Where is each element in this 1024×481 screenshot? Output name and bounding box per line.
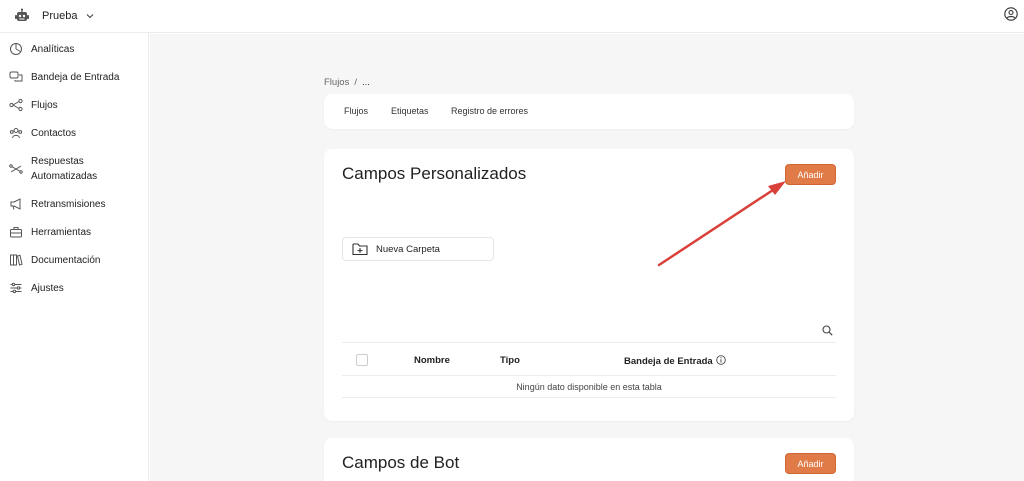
add-bot-field-button[interactable]: Añadir — [785, 453, 836, 474]
user-circle-icon[interactable] — [1004, 7, 1018, 21]
custom-fields-card: Campos Personalizados Añadir Nueva Carpe… — [324, 149, 854, 421]
sidebar-item-label: Analíticas — [31, 44, 75, 55]
tab-registro-errores[interactable]: Registro de errores — [451, 106, 528, 116]
robot-icon — [15, 8, 29, 21]
column-tipo[interactable]: Tipo — [500, 355, 520, 366]
breadcrumb-separator: / — [354, 77, 357, 88]
sidebar-item-retransmisiones[interactable]: Retransmisiones — [9, 197, 105, 212]
megaphone-icon — [10, 198, 21, 210]
table-header: Nombre Tipo Bandeja de Entrada — [342, 342, 836, 376]
toolbox-icon — [10, 227, 22, 238]
folder-plus-icon — [352, 243, 368, 256]
tabs-bar: Flujos Etiquetas Registro de errores — [324, 94, 854, 129]
card-title: Campos Personalizados — [342, 164, 527, 183]
card-title: Campos de Bot — [342, 453, 460, 472]
sidebar-item-herramientas[interactable]: Herramientas — [9, 225, 91, 240]
breadcrumb: Flujos / ... — [324, 77, 370, 88]
sidebar-item-label: Flujos — [31, 100, 58, 111]
sidebar-item-label: Respuestas Automatizadas — [31, 156, 98, 182]
tab-etiquetas[interactable]: Etiquetas — [391, 106, 429, 116]
custom-fields-table: Nombre Tipo Bandeja de Entrada Ningún da… — [342, 342, 836, 398]
sidebar-item-label: Retransmisiones — [31, 199, 106, 210]
search-icon[interactable] — [822, 325, 833, 336]
chart-pie-icon — [10, 43, 22, 55]
sidebar-item-bandeja[interactable]: Bandeja de Entrada — [9, 70, 119, 85]
info-icon[interactable] — [715, 355, 726, 365]
flow-icon — [9, 98, 23, 112]
new-folder-button[interactable]: Nueva Carpeta — [342, 237, 494, 261]
table-empty-row: Ningún dato disponible en esta tabla — [342, 376, 836, 398]
sidebar-item-label: Ajustes — [31, 283, 64, 294]
chat-bubbles-icon — [9, 71, 23, 82]
workspace-name: Prueba — [42, 10, 78, 22]
sidebar-item-label: Bandeja de Entrada — [31, 72, 120, 83]
sliders-icon — [10, 282, 22, 294]
tab-flujos[interactable]: Flujos — [344, 106, 368, 116]
column-bandeja-label: Bandeja de Entrada — [624, 356, 713, 367]
sidebar-item-flujos[interactable]: Flujos — [9, 98, 58, 113]
sidebar-item-label: Herramientas — [31, 227, 92, 238]
sidebar-item-label: Documentación — [31, 255, 101, 266]
breadcrumb-current: ... — [361, 77, 370, 88]
workspace-selector[interactable]: Prueba — [14, 6, 95, 26]
breadcrumb-root[interactable]: Flujos — [324, 77, 349, 88]
main-content: Flujos / ... Flujos Etiquetas Registro d… — [150, 34, 1024, 481]
select-all-checkbox[interactable] — [356, 354, 368, 366]
sidebar: Analíticas Bandeja de Entrada Flujos Con… — [0, 33, 149, 481]
new-folder-label: Nueva Carpeta — [376, 243, 440, 255]
bot-fields-card: Campos de Bot Añadir — [324, 438, 854, 481]
column-bandeja[interactable]: Bandeja de Entrada — [624, 355, 726, 367]
sidebar-item-label: Contactos — [31, 128, 77, 139]
top-bar: Prueba — [0, 0, 1024, 33]
chevron-down-icon — [87, 14, 94, 19]
automation-icon — [9, 164, 23, 174]
sidebar-item-ajustes[interactable]: Ajustes — [9, 281, 64, 296]
contacts-icon — [9, 128, 23, 139]
column-nombre[interactable]: Nombre — [414, 355, 450, 366]
sidebar-item-respuestas[interactable]: Respuestas Automatizadas — [9, 154, 97, 184]
books-icon — [10, 254, 23, 266]
sidebar-item-contactos[interactable]: Contactos — [9, 126, 76, 141]
sidebar-item-documentacion[interactable]: Documentación — [9, 253, 100, 268]
sidebar-item-analiticas[interactable]: Analíticas — [9, 42, 74, 57]
add-custom-field-button[interactable]: Añadir — [785, 164, 836, 185]
